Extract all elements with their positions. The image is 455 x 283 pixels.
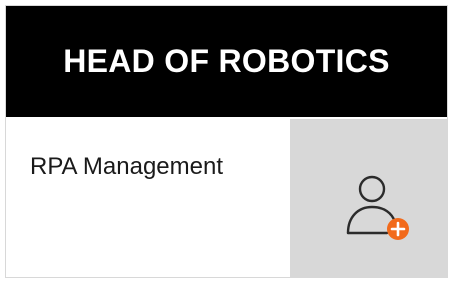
role-name: RPA Management — [30, 153, 223, 180]
assign-person-button[interactable] — [290, 119, 447, 277]
user-add-icon — [346, 175, 409, 240]
card-body: RPA Management — [6, 119, 447, 277]
org-chart-card: HEAD OF ROBOTICS RPA Management — [6, 6, 447, 277]
card-title: HEAD OF ROBOTICS — [63, 43, 390, 79]
card-header: HEAD OF ROBOTICS — [6, 6, 447, 117]
role-panel: RPA Management — [6, 119, 290, 277]
